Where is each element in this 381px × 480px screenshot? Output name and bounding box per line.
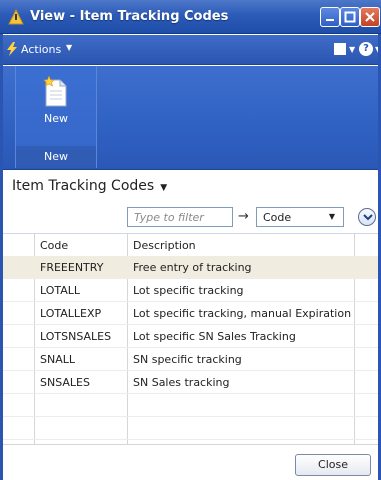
new-button[interactable]: New — [16, 66, 96, 146]
cell-code: SNALL — [40, 353, 75, 366]
close-window-button[interactable] — [360, 7, 380, 27]
empty-row — [0, 417, 381, 440]
page-title[interactable]: Item Tracking Codes ▼ — [12, 178, 167, 194]
filter-input[interactable]: Type to filter — [127, 207, 233, 227]
cell-code: LOTALLEXP — [40, 307, 102, 320]
cell-description: Lot specific SN Sales Tracking — [133, 330, 296, 343]
chevron-down-icon: ▼ — [328, 212, 335, 221]
help-icon[interactable]: ? — [359, 42, 373, 56]
actions-bar: Actions ▼ ▼ ? ▼ — [0, 35, 381, 65]
table-row[interactable]: FREEENTRY Free entry of tracking — [0, 256, 381, 279]
close-button[interactable]: Close — [295, 454, 371, 476]
view-toggle-icon[interactable] — [334, 43, 346, 55]
arrow-right-icon: → — [238, 209, 249, 224]
cell-code: FREEENTRY — [40, 261, 104, 274]
maximize-icon — [344, 11, 356, 23]
table-header: Code Description — [0, 234, 381, 256]
table-row[interactable]: SNSALES SN Sales tracking — [0, 371, 381, 394]
ribbon-group-new: New New — [15, 66, 97, 168]
table-row[interactable]: SNALL SN specific tracking — [0, 348, 381, 371]
chevron-down-icon: ▼ — [66, 43, 73, 52]
chevron-down-icon[interactable]: ▼ — [349, 45, 355, 54]
window-title: View - Item Tracking Codes — [30, 9, 229, 24]
page-title-text: Item Tracking Codes — [12, 178, 155, 194]
new-button-label: New — [44, 112, 68, 125]
app-icon — [8, 9, 24, 25]
close-icon — [365, 12, 375, 22]
maximize-button[interactable] — [340, 7, 360, 27]
table-row[interactable]: LOTSNSALES Lot specific SN Sales Trackin… — [0, 325, 381, 348]
cell-description: SN specific tracking — [133, 353, 242, 366]
cell-code: LOTALL — [40, 284, 81, 297]
minimize-button[interactable] — [320, 7, 340, 27]
filter-field-value: Code — [263, 211, 292, 224]
cell-code: LOTSNSALES — [40, 330, 112, 343]
chevron-down-icon: ▼ — [160, 183, 168, 193]
ribbon-group-label: New — [16, 146, 96, 168]
filter-field-select[interactable]: Code ▼ — [256, 207, 344, 227]
cell-description: Lot specific tracking — [133, 284, 244, 297]
table-row[interactable]: LOTALL Lot specific tracking — [0, 279, 381, 302]
window-frame-left — [0, 34, 3, 480]
new-document-icon — [43, 76, 67, 107]
cell-code: SNSALES — [40, 376, 90, 389]
column-header-code[interactable]: Code — [40, 239, 68, 252]
cell-description: Lot specific tracking, manual Expiration — [133, 307, 352, 320]
actions-label: Actions — [21, 43, 62, 56]
filter-row: Type to filter → Code ▼ — [0, 203, 381, 232]
dialog-footer: Close — [0, 444, 381, 480]
cell-description: Free entry of tracking — [133, 261, 252, 274]
minimize-icon — [326, 19, 334, 21]
lightning-icon — [7, 42, 17, 56]
title-bar: View - Item Tracking Codes — [0, 0, 381, 34]
item-tracking-codes-table: Code Description FREEENTRY Free entry of… — [0, 233, 381, 444]
chevron-down-icon — [363, 214, 373, 221]
expand-filter-button[interactable] — [358, 208, 376, 226]
cell-description: SN Sales tracking — [133, 376, 230, 389]
table-row[interactable]: LOTALLEXP Lot specific tracking, manual … — [0, 302, 381, 325]
ribbon: New New — [0, 66, 381, 170]
empty-row — [0, 394, 381, 417]
column-header-description[interactable]: Description — [133, 239, 196, 252]
